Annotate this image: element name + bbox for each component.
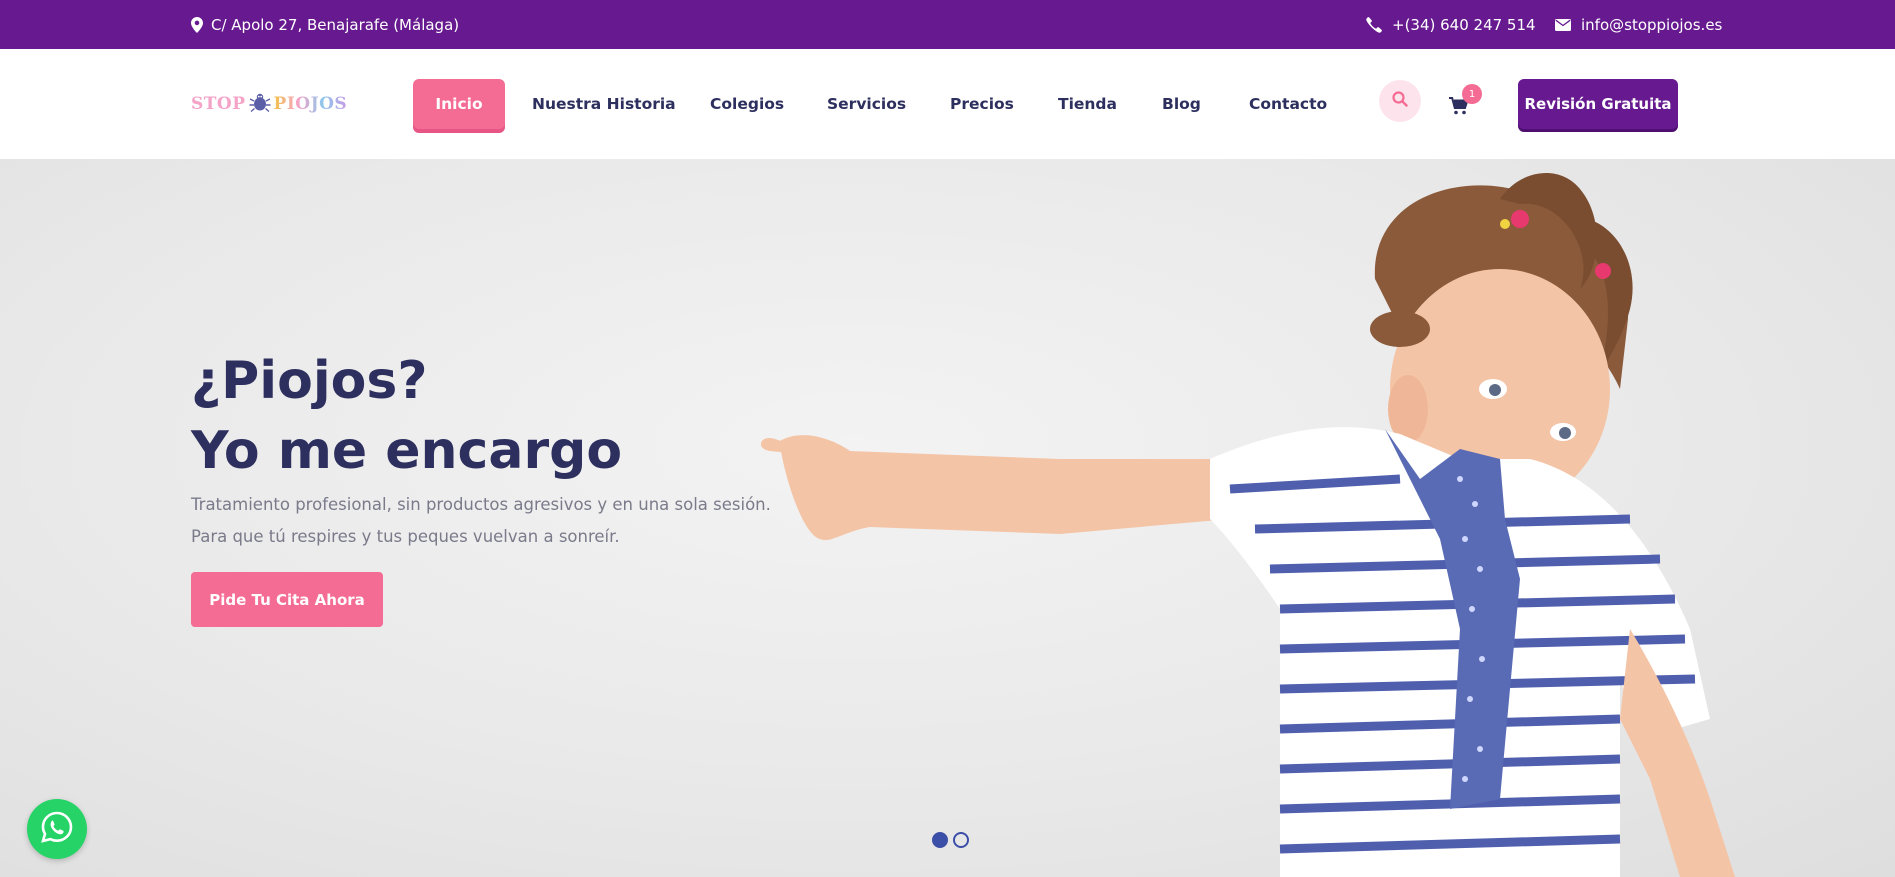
nav-item-inicio[interactable]: Inicio — [413, 79, 505, 129]
address-text: C/ Apolo 27, Benajarafe (Málaga) — [211, 15, 460, 34]
hero-subtitle-line-1: Tratamiento profesional, sin productos a… — [191, 495, 771, 514]
nav-item-precios[interactable]: Precios — [950, 79, 1014, 129]
logo-text-piojos: PIOJOS — [273, 94, 348, 114]
cart-button[interactable]: 1 — [1449, 84, 1485, 117]
slider-dot-1[interactable] — [932, 832, 948, 848]
hero-subtitle-line-2: Para que tú respires y tus peques vuelva… — [191, 527, 620, 546]
logo[interactable]: STOP PIOJOS — [191, 90, 347, 118]
phone-text: +(34) 640 247 514 — [1392, 15, 1536, 34]
hero-subtitle: Tratamiento profesional, sin productos a… — [191, 489, 771, 553]
nav-item-nuestra-historia[interactable]: Nuestra Historia — [532, 79, 676, 129]
site-header: STOP PIOJOS Inicio Nuestra Historia Cole… — [0, 49, 1895, 159]
phone-icon — [1366, 16, 1382, 33]
cart-count-badge: 1 — [1462, 84, 1482, 104]
hero-title-line-2: Yo me encargo — [191, 421, 623, 481]
slider-dots — [932, 832, 969, 848]
logo-text-stop: STOP — [191, 94, 246, 114]
hero-title-line-1: ¿Piojos? — [191, 351, 428, 411]
girl-pointing-image — [760, 172, 1735, 877]
search-icon — [1392, 91, 1408, 111]
nav-item-contacto[interactable]: Contacto — [1249, 79, 1327, 129]
envelope-icon — [1555, 18, 1571, 31]
nav-item-blog[interactable]: Blog — [1162, 79, 1201, 129]
search-button[interactable] — [1379, 80, 1421, 122]
nav-item-tienda[interactable]: Tienda — [1058, 79, 1117, 129]
address: C/ Apolo 27, Benajarafe (Málaga) — [191, 0, 459, 49]
nav-item-colegios[interactable]: Colegios — [710, 79, 784, 129]
slider-dot-2[interactable] — [953, 832, 969, 848]
whatsapp-icon — [40, 810, 74, 848]
free-review-button[interactable]: Revisión Gratuita — [1518, 79, 1678, 129]
nav-item-servicios[interactable]: Servicios — [827, 79, 906, 129]
hero-slider: ¿Piojos? Yo me encargo Tratamiento profe… — [0, 159, 1895, 877]
top-bar: C/ Apolo 27, Benajarafe (Málaga) +(34) 6… — [0, 0, 1895, 49]
phone-link[interactable]: +(34) 640 247 514 — [1366, 0, 1536, 49]
hero-title: ¿Piojos? Yo me encargo — [191, 346, 622, 486]
email-text: info@stoppiojos.es — [1581, 15, 1723, 34]
louse-icon — [249, 91, 271, 118]
whatsapp-button[interactable] — [27, 799, 87, 859]
book-appointment-button[interactable]: Pide Tu Cita Ahora — [191, 572, 383, 627]
map-pin-icon — [191, 16, 203, 33]
email-link[interactable]: info@stoppiojos.es — [1555, 0, 1722, 49]
